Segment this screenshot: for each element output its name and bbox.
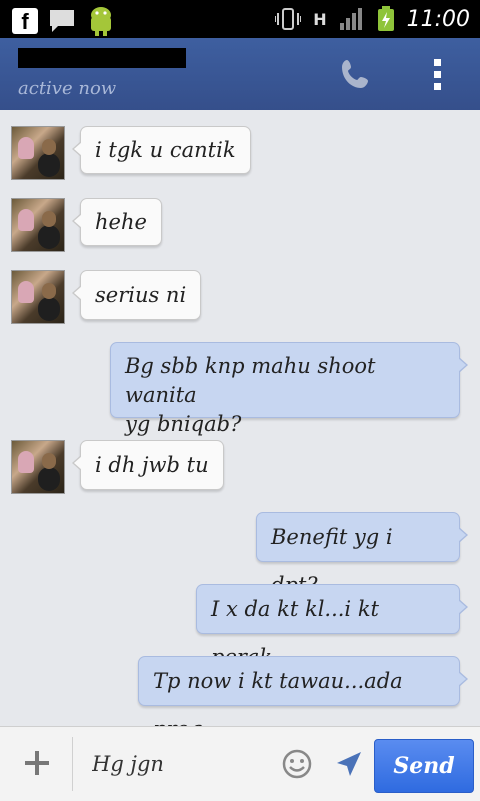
cell-signal-icon: [339, 8, 362, 30]
outgoing-message: I x da kt kl...i kt perak: [196, 584, 468, 669]
android-icon: [91, 7, 111, 36]
contact-name-redacted: [18, 48, 186, 68]
conversation-header: active now: [0, 38, 480, 110]
overflow-menu-icon[interactable]: [430, 56, 444, 92]
send-button[interactable]: Send: [374, 739, 474, 793]
incoming-message: i dh jwb tu: [72, 440, 224, 490]
chat-bubble-icon: [50, 10, 74, 32]
presence-status: active now: [18, 78, 117, 99]
outgoing-message: Bg sbb knp mahu shoot wanita yg bniqab?: [110, 342, 468, 436]
vibrate-icon: [275, 8, 302, 30]
contact-avatar: [11, 440, 65, 494]
message-line: Bg sbb knp mahu shoot wanita: [125, 354, 376, 407]
contact-avatar: [11, 126, 65, 180]
facebook-icon: f: [12, 8, 38, 34]
clock: 11:00: [406, 6, 470, 32]
status-bar: f H 11:00: [0, 0, 480, 38]
plus-icon[interactable]: [22, 748, 52, 778]
incoming-message: hehe: [72, 198, 162, 246]
contact-avatar: [11, 270, 65, 324]
phone-icon[interactable]: [338, 56, 374, 92]
message-line: yg bniqab?: [125, 412, 242, 436]
message-input[interactable]: [90, 745, 254, 783]
outgoing-message: Benefit yg i dpt?: [256, 512, 468, 597]
smiley-icon[interactable]: [282, 749, 312, 779]
contact-avatar: [11, 198, 65, 252]
system-icons: H 11:00: [275, 6, 470, 32]
incoming-message: i tgk u cantik: [72, 126, 251, 174]
incoming-message: serius ni: [71, 270, 202, 320]
location-arrow-icon[interactable]: [334, 749, 364, 779]
battery-charging-icon: [377, 6, 394, 31]
message-composer: Send: [0, 726, 480, 801]
hspa-signal-icon: H: [313, 9, 327, 29]
outgoing-message: Tp now i kt tawau...ada prog: [138, 656, 468, 741]
divider: [72, 737, 73, 791]
notification-icons: f: [12, 5, 116, 37]
message-list[interactable]: i tgk u cantik hehe serius ni Bg sbb knp…: [0, 110, 480, 741]
